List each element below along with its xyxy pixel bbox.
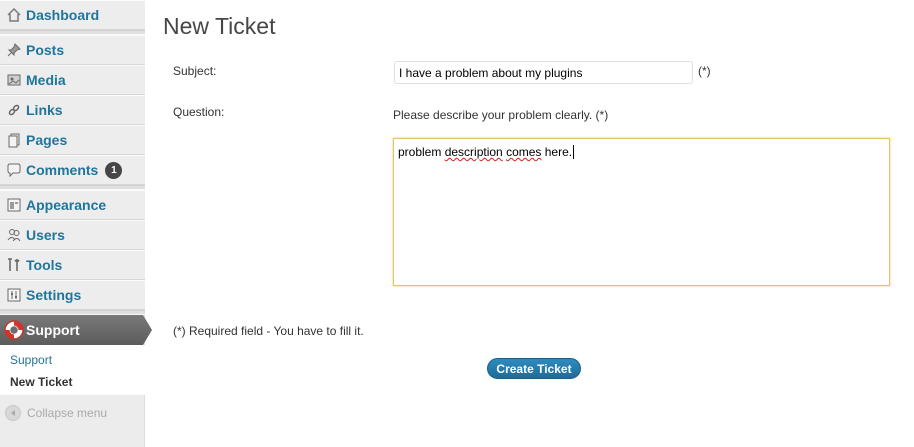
subject-label: Subject: [173,64,217,78]
question-text-part: here. [541,145,573,159]
sidebar-item-media[interactable]: Media [0,65,145,95]
sidebar-item-label: Support [26,322,80,338]
required-field-note: (*) Required field - You have to fill it… [173,324,364,338]
sidebar-item-label: Posts [26,42,65,58]
sidebar-item-label: Media [26,72,66,88]
submenu-item-support[interactable]: Support [10,353,52,367]
sidebar-item-label: Comments [26,162,99,178]
question-textarea[interactable]: problem description comes here. [393,138,890,286]
comment-count-badge: 1 [105,161,123,179]
link-icon [0,102,26,118]
users-icon [0,227,26,243]
settings-icon [0,287,26,303]
question-label: Question: [173,105,225,119]
app-window: Dashboard Posts Media Links Pages Commen… [0,0,914,447]
sidebar-item-label: Settings [26,287,82,303]
pages-icon [0,132,26,148]
pushpin-icon [0,42,26,58]
appearance-icon [0,197,26,213]
sidebar-item-comments[interactable]: Comments 1 [0,155,145,185]
subject-required-mark: (*) [698,64,711,78]
question-text: problem description comes here. [398,145,575,159]
sidebar-item-support[interactable]: Support [0,315,152,345]
sidebar-item-settings[interactable]: Settings [0,280,145,310]
sidebar-item-users[interactable]: Users [0,220,145,250]
admin-sidebar: Dashboard Posts Media Links Pages Commen… [0,0,152,447]
sidebar-item-dashboard[interactable]: Dashboard [0,0,145,30]
menu-separator [0,310,145,315]
collapse-arrow-icon [5,405,21,421]
page-title: New Ticket [163,13,276,39]
sidebar-item-label: Tools [26,257,63,273]
collapse-menu-label: Collapse menu [27,406,108,420]
sidebar-item-appearance[interactable]: Appearance [0,190,145,220]
question-text-part: problem [398,145,445,159]
sidebar-item-links[interactable]: Links [0,95,145,125]
media-icon [0,72,26,88]
subject-input[interactable] [394,61,693,84]
lifebuoy-icon [0,318,26,342]
text-cursor [573,145,575,159]
question-text-misspelled-word: description [444,145,503,159]
sidebar-item-label: Pages [26,132,68,148]
create-ticket-button[interactable]: Create Ticket [487,358,581,379]
house-icon [0,7,26,23]
support-submenu: Support New Ticket [0,345,145,395]
collapse-menu-button[interactable]: Collapse menu [0,398,145,428]
submenu-item-new-ticket[interactable]: New Ticket [10,375,72,389]
sidebar-item-posts[interactable]: Posts [0,35,145,65]
sidebar-item-tools[interactable]: Tools [0,250,145,280]
question-text-misspelled-word: comes [506,145,542,159]
tools-icon [0,257,26,273]
sidebar-item-label: Dashboard [26,7,100,23]
sidebar-item-label: Appearance [26,197,107,213]
question-hint: Please describe your problem clearly. (*… [393,108,609,122]
sidebar-item-pages[interactable]: Pages [0,125,145,155]
sidebar-item-label: Users [26,227,65,243]
speech-bubble-icon [0,162,26,178]
sidebar-item-label: Links [26,102,63,118]
